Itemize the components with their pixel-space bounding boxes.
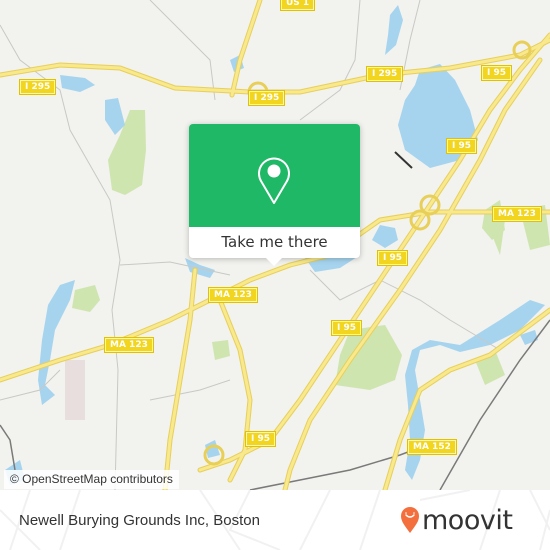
road-shield-i95: I 95 — [445, 138, 478, 154]
place-name: Newell Burying Grounds Inc, Boston — [19, 512, 260, 529]
road-shield-i95: I 95 — [480, 65, 513, 81]
road-shield-ma123: MA 123 — [104, 337, 154, 353]
popup-pointer — [266, 258, 282, 266]
road-shield-i295: I 295 — [247, 90, 286, 106]
moovit-logo[interactable]: moovit — [400, 504, 540, 540]
footer: Newell Burying Grounds Inc, Boston moovi… — [0, 490, 550, 550]
road-shield-i95: I 95 — [244, 431, 277, 447]
moovit-wordmark: moovit — [422, 505, 513, 536]
road-shield-ma123: MA 123 — [208, 287, 258, 303]
road-shield-i95: I 95 — [330, 320, 363, 336]
road-shield-i295: I 295 — [18, 79, 57, 95]
road-shield-i95: I 95 — [376, 250, 409, 266]
road-shield-us1: US 1 — [279, 0, 316, 11]
road-shield-ma123: MA 123 — [492, 206, 542, 222]
popup-header[interactable] — [189, 124, 360, 227]
osm-attribution[interactable]: © OpenStreetMap contributors — [4, 470, 179, 489]
take-me-there-button[interactable]: Take me there — [189, 227, 360, 258]
map[interactable]: US 1 I 295 I 295 I 295 I 95 I 95 MA 123 … — [0, 0, 550, 490]
road-shield-ma152: MA 152 — [407, 439, 457, 455]
road-shield-i295: I 295 — [365, 66, 404, 82]
moovit-pin-icon — [401, 507, 419, 533]
destination-popup[interactable]: Take me there — [189, 124, 360, 266]
map-pin-icon — [258, 157, 290, 204]
